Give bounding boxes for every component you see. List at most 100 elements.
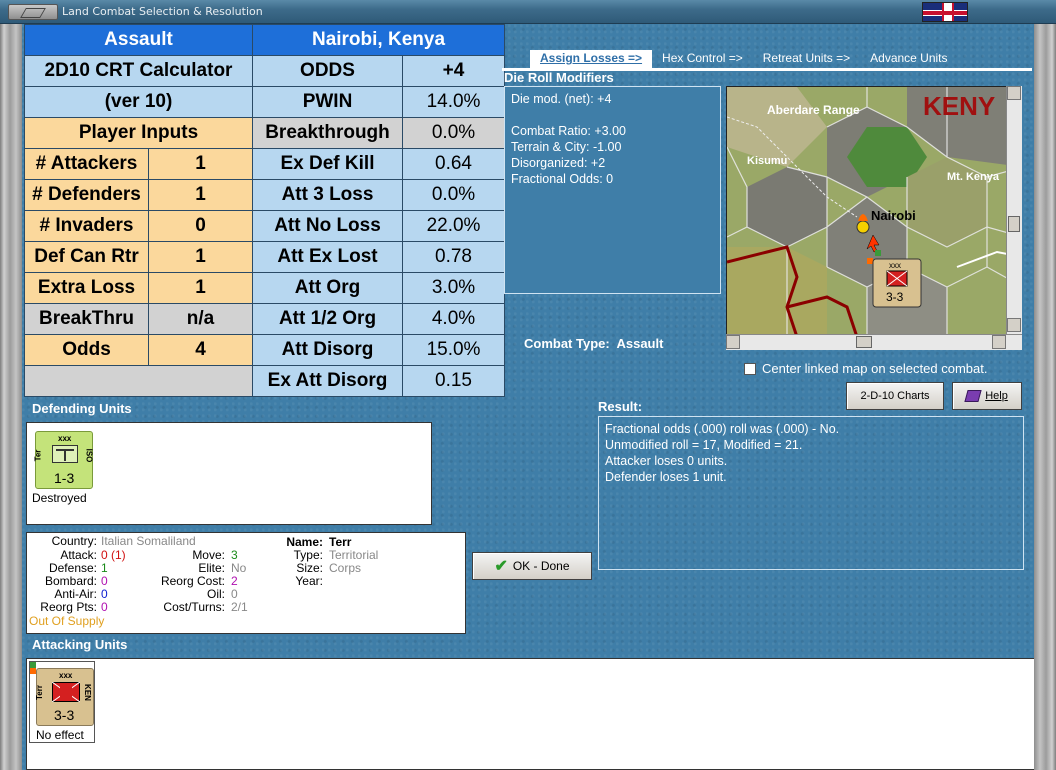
result-value: 14.0%: [402, 86, 505, 118]
map-unit-size: xxx: [889, 261, 901, 270]
input-label: # Attackers: [24, 148, 149, 180]
result-line: Fractional odds (.000) roll was (.000) -…: [605, 422, 840, 436]
unit-side-label: Terr: [34, 685, 44, 700]
right-border: [1034, 24, 1056, 770]
input-label: # Defenders: [24, 179, 149, 211]
tab-retreat-units[interactable]: Retreat Units =>: [753, 50, 860, 68]
ok-done-label: OK - Done: [512, 559, 570, 573]
unit-side-label: Ter: [33, 449, 43, 462]
combat-type-label: Combat Type:: [524, 336, 610, 351]
tab-hex-control[interactable]: Hex Control =>: [652, 50, 753, 68]
result-value: 0.15: [402, 365, 505, 397]
combat-mode-title: Assault: [24, 24, 253, 56]
scroll-down-button[interactable]: [1007, 318, 1021, 332]
drm-line: Die mod. (net): +4: [511, 92, 612, 106]
result-label: Att Disorg: [252, 334, 403, 366]
year-key: Year:: [295, 574, 323, 588]
scroll-thumb[interactable]: [856, 336, 872, 348]
input-value[interactable]: 1: [148, 241, 253, 273]
tab-advance-units[interactable]: Advance Units: [860, 50, 957, 68]
phase-tabs: Assign Losses => Hex Control => Retreat …: [502, 50, 1032, 68]
map-place-kisumu: Kisumu: [747, 155, 788, 167]
checkmark-icon: ✔: [494, 558, 508, 575]
scroll-up-button[interactable]: [1007, 86, 1021, 100]
center-map-checkbox[interactable]: Center linked map on selected combat.: [744, 361, 987, 376]
map-unit-counter[interactable]: xxx 3-3: [873, 259, 921, 307]
charts-button[interactable]: 2-D-10 Charts: [846, 382, 944, 410]
defending-unit-status: Destroyed: [32, 491, 87, 505]
result-value: 3.0%: [402, 272, 505, 304]
map-place-mt-kenya: Mt. Kenya: [947, 171, 999, 183]
input-value: n/a: [148, 303, 253, 335]
reorg-pts-value: 0: [101, 600, 108, 614]
result-value: 22.0%: [402, 210, 505, 242]
input-value[interactable]: 4: [148, 334, 253, 366]
result-line: Unmodified roll = 17, Modified = 21.: [605, 438, 803, 452]
scroll-left-button[interactable]: [726, 335, 740, 349]
map-unit-strength: 3-3: [886, 290, 904, 304]
attacking-unit-card[interactable]: xxx Terr KEN 3-3 No effect: [29, 661, 95, 743]
combat-type: Combat Type: Assault: [524, 336, 663, 351]
input-label: BreakThru: [24, 303, 149, 335]
attacking-unit-status: No effect: [36, 728, 84, 742]
scroll-right-button[interactable]: [992, 335, 1006, 349]
defending-units-label: Defending Units: [32, 401, 132, 416]
input-label: Extra Loss: [24, 272, 149, 304]
result-value: 0.64: [402, 148, 505, 180]
unit-size-label: xxx: [59, 671, 73, 680]
unit-nation-label: KEN: [82, 684, 92, 701]
unit-strength: 1-3: [54, 470, 75, 486]
country-value: Italian Somaliland: [101, 534, 196, 548]
empty-cell: [24, 365, 253, 397]
mini-map[interactable]: KENY Aberdare Range Kisumu Mt. Kenya Nai…: [726, 86, 1022, 336]
attacking-unit-counter[interactable]: xxx Terr KEN 3-3: [34, 668, 94, 726]
drm-line: Fractional Odds: 0: [511, 172, 614, 186]
result-label: PWIN: [252, 86, 403, 118]
tab-assign-losses[interactable]: Assign Losses =>: [530, 50, 653, 68]
territorial-unit-icon: [52, 445, 78, 463]
unit-size-label: xxx: [58, 434, 72, 443]
attacking-units-label: Attacking Units: [32, 637, 128, 652]
drm-line: [511, 107, 714, 123]
country-key: Country:: [51, 534, 97, 548]
ok-done-button[interactable]: ✔ OK - Done: [472, 552, 592, 580]
map-vertical-scrollbar[interactable]: [1006, 86, 1022, 334]
drm-line: Terrain & City: -1.00: [511, 140, 622, 154]
drm-line: Combat Ratio: +3.00: [511, 124, 626, 138]
map-horizontal-scrollbar[interactable]: [726, 334, 1022, 350]
input-value[interactable]: 1: [148, 148, 253, 180]
unit-nation-label: ISO: [84, 448, 94, 463]
result-panel: Fractional odds (.000) roll was (.000) -…: [598, 416, 1024, 570]
input-value[interactable]: 0: [148, 210, 253, 242]
result-value: +4: [402, 55, 505, 87]
calculator-version: (ver 10): [24, 86, 253, 118]
result-label: Att No Loss: [252, 210, 403, 242]
input-value[interactable]: 1: [148, 179, 253, 211]
location-title: Nairobi, Kenya: [252, 24, 505, 56]
result-value: 15.0%: [402, 334, 505, 366]
result-label: Att Ex Lost: [252, 241, 403, 273]
window-title: Land Combat Selection & Resolution: [62, 5, 263, 18]
calculator-title: 2D10 CRT Calculator: [24, 55, 253, 87]
help-button[interactable]: Help: [952, 382, 1022, 410]
defending-unit-counter[interactable]: xxx Ter ISO 1-3: [33, 431, 94, 489]
input-label: Odds: [24, 334, 149, 366]
result-value: 0.0%: [402, 179, 505, 211]
die-roll-panel: Die mod. (net): +4 Combat Ratio: +3.00 T…: [504, 86, 721, 294]
reorg-pts-key: Reorg Pts:: [40, 600, 97, 614]
result-label: Result:: [598, 399, 643, 414]
die-roll-label: Die Roll Modifiers: [504, 70, 614, 85]
window-menu-button[interactable]: [8, 4, 58, 20]
input-value[interactable]: 1: [148, 272, 253, 304]
scroll-thumb[interactable]: [1008, 216, 1020, 232]
result-value: 0.0%: [402, 117, 505, 149]
drm-line: Disorganized: +2: [511, 156, 606, 170]
result-value: 0.78: [402, 241, 505, 273]
unit-info-panel: Country: Italian Somaliland Attack: 0 (1…: [26, 532, 466, 634]
checkbox-box[interactable]: [744, 362, 756, 375]
input-label: Def Can Rtr: [24, 241, 149, 273]
result-label: Att Org: [252, 272, 403, 304]
territorial-unit-icon: [52, 682, 80, 702]
uk-flag-icon: [922, 2, 968, 22]
result-label: ODDS: [252, 55, 403, 87]
